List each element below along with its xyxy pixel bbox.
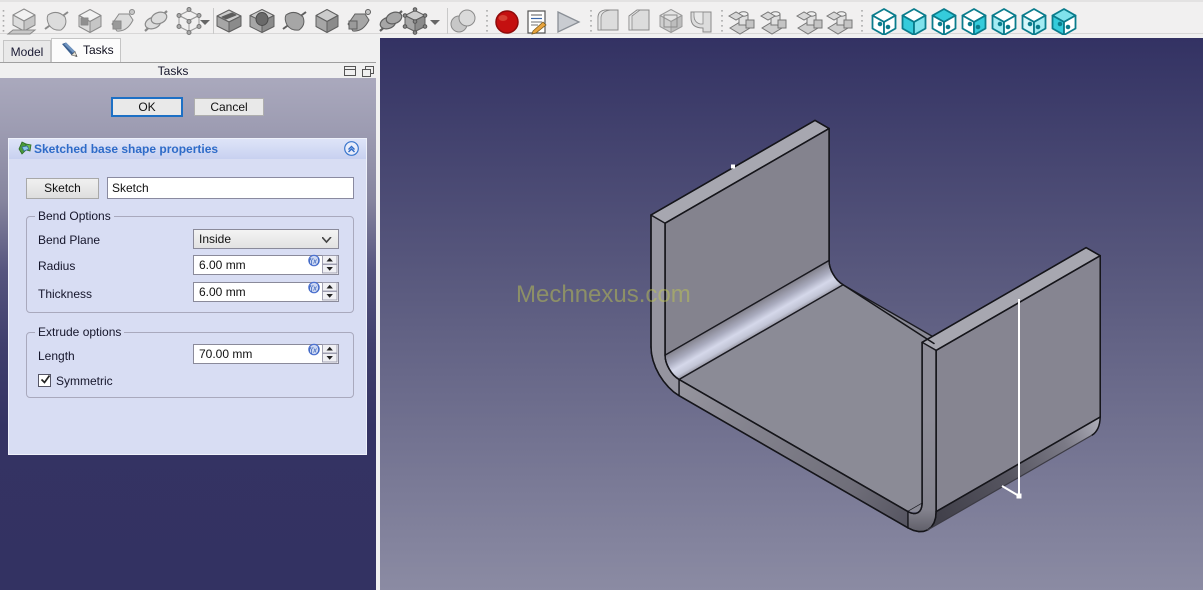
svg-text:f(x): f(x) <box>309 283 320 292</box>
svg-text:f(x): f(x) <box>309 256 320 265</box>
svg-text:f(x): f(x) <box>309 345 320 354</box>
